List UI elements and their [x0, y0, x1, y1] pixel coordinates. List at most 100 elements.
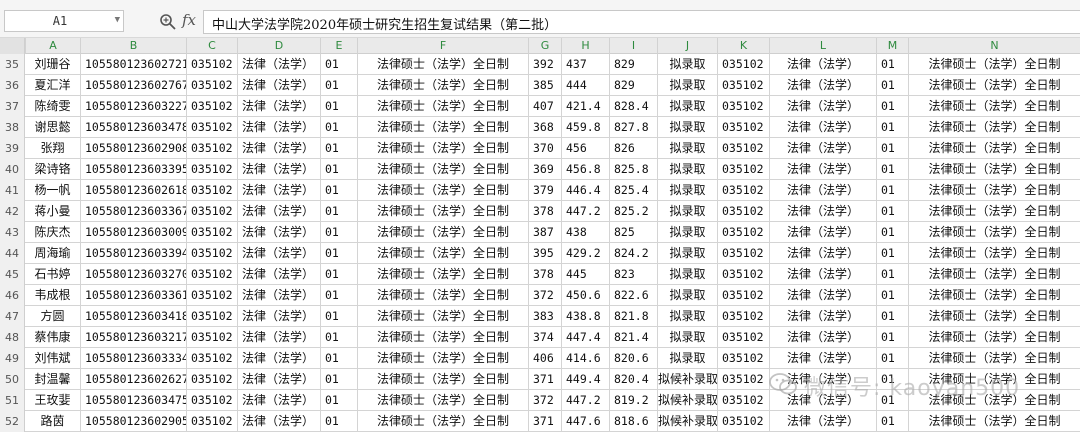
cell-code[interactable]: 035102: [186, 96, 237, 117]
cell-id[interactable]: 105580123602627: [80, 369, 186, 390]
cell-s2[interactable]: 437: [561, 54, 609, 75]
cell-dir2[interactable]: 01: [876, 264, 908, 285]
cell-code[interactable]: 035102: [186, 222, 237, 243]
cell-dir2[interactable]: 01: [876, 75, 908, 96]
cell-s2[interactable]: 414.6: [561, 348, 609, 369]
cell-s1[interactable]: 374: [528, 327, 561, 348]
cell-dir2[interactable]: 01: [876, 54, 908, 75]
column-header-a[interactable]: A: [25, 38, 80, 54]
cell-dir2[interactable]: 01: [876, 306, 908, 327]
cell-major2[interactable]: 法律（法学）: [769, 222, 876, 243]
cell-type[interactable]: 法律硕士（法学）全日制: [357, 390, 528, 411]
name-box[interactable]: A1 ▼: [4, 10, 124, 32]
column-header-j[interactable]: J: [657, 38, 717, 54]
row-header[interactable]: 52: [0, 411, 25, 432]
cell-code2[interactable]: 035102: [717, 348, 769, 369]
cell-dir[interactable]: 01: [320, 348, 357, 369]
cell-dir2[interactable]: 01: [876, 159, 908, 180]
cell-s1[interactable]: 378: [528, 264, 561, 285]
cell-type2[interactable]: 法律硕士（法学）全日制: [908, 159, 1080, 180]
cell-type2[interactable]: 法律硕士（法学）全日制: [908, 117, 1080, 138]
column-header-g[interactable]: G: [528, 38, 561, 54]
cell-type2[interactable]: 法律硕士（法学）全日制: [908, 327, 1080, 348]
cell-major[interactable]: 法律（法学）: [237, 411, 320, 432]
cell-major2[interactable]: 法律（法学）: [769, 264, 876, 285]
column-header-d[interactable]: D: [237, 38, 320, 54]
cell-name[interactable]: 王玫婓: [25, 390, 80, 411]
cell-name[interactable]: 谢思懿: [25, 117, 80, 138]
cell-s1[interactable]: 385: [528, 75, 561, 96]
cell-s2[interactable]: 456: [561, 138, 609, 159]
cell-s2[interactable]: 447.4: [561, 327, 609, 348]
cell-name[interactable]: 张翔: [25, 138, 80, 159]
cell-s2[interactable]: 447.2: [561, 390, 609, 411]
cell-code2[interactable]: 035102: [717, 411, 769, 432]
cell-dir[interactable]: 01: [320, 159, 357, 180]
cell-status[interactable]: 拟录取: [657, 201, 717, 222]
column-header-h[interactable]: H: [561, 38, 609, 54]
cell-code[interactable]: 035102: [186, 54, 237, 75]
row-header[interactable]: 43: [0, 222, 25, 243]
cell-major2[interactable]: 法律（法学）: [769, 327, 876, 348]
cell-status[interactable]: 拟录取: [657, 75, 717, 96]
cell-id[interactable]: 105580123603367: [80, 201, 186, 222]
cell-dir[interactable]: 01: [320, 222, 357, 243]
row-header[interactable]: 42: [0, 201, 25, 222]
cell-code2[interactable]: 035102: [717, 390, 769, 411]
cell-s1[interactable]: 372: [528, 285, 561, 306]
cell-status[interactable]: 拟录取: [657, 327, 717, 348]
cell-id[interactable]: 105580123602905: [80, 411, 186, 432]
cell-s2[interactable]: 456.8: [561, 159, 609, 180]
cell-name[interactable]: 路茵: [25, 411, 80, 432]
cell-total[interactable]: 826: [609, 138, 657, 159]
cell-s2[interactable]: 438.8: [561, 306, 609, 327]
cell-dir[interactable]: 01: [320, 327, 357, 348]
cell-dir[interactable]: 01: [320, 285, 357, 306]
cell-total[interactable]: 827.8: [609, 117, 657, 138]
column-header-c[interactable]: C: [186, 38, 237, 54]
cell-name[interactable]: 方圆: [25, 306, 80, 327]
column-header-n[interactable]: N: [908, 38, 1080, 54]
cell-code[interactable]: 035102: [186, 390, 237, 411]
cell-dir2[interactable]: 01: [876, 180, 908, 201]
cell-id[interactable]: 105580123603009: [80, 222, 186, 243]
row-header[interactable]: 40: [0, 159, 25, 180]
cell-dir[interactable]: 01: [320, 75, 357, 96]
cell-id[interactable]: 105580123603418: [80, 306, 186, 327]
cell-status[interactable]: 拟录取: [657, 243, 717, 264]
cell-name[interactable]: 蒋小曼: [25, 201, 80, 222]
cell-type[interactable]: 法律硕士（法学）全日制: [357, 138, 528, 159]
cell-major2[interactable]: 法律（法学）: [769, 159, 876, 180]
cell-id[interactable]: 105580123603395: [80, 159, 186, 180]
cell-total[interactable]: 829: [609, 54, 657, 75]
cell-s1[interactable]: 392: [528, 54, 561, 75]
cell-code[interactable]: 035102: [186, 243, 237, 264]
cell-status[interactable]: 拟候补录取: [657, 411, 717, 432]
cell-major[interactable]: 法律（法学）: [237, 54, 320, 75]
cell-s1[interactable]: 387: [528, 222, 561, 243]
cell-total[interactable]: 825.4: [609, 180, 657, 201]
cell-code[interactable]: 035102: [186, 306, 237, 327]
cell-code2[interactable]: 035102: [717, 243, 769, 264]
cell-type2[interactable]: 法律硕士（法学）全日制: [908, 222, 1080, 243]
cell-dir2[interactable]: 01: [876, 117, 908, 138]
cell-s2[interactable]: 421.4: [561, 96, 609, 117]
cell-type[interactable]: 法律硕士（法学）全日制: [357, 306, 528, 327]
cell-dir2[interactable]: 01: [876, 222, 908, 243]
cell-status[interactable]: 拟录取: [657, 180, 717, 201]
cell-s2[interactable]: 450.6: [561, 285, 609, 306]
cell-s2[interactable]: 445: [561, 264, 609, 285]
cell-type[interactable]: 法律硕士（法学）全日制: [357, 180, 528, 201]
cell-code[interactable]: 035102: [186, 369, 237, 390]
row-header[interactable]: 50: [0, 369, 25, 390]
select-all-corner[interactable]: [0, 38, 25, 54]
cell-name[interactable]: 陈绮雯: [25, 96, 80, 117]
cell-major2[interactable]: 法律（法学）: [769, 117, 876, 138]
row-header[interactable]: 35: [0, 54, 25, 75]
cell-major[interactable]: 法律（法学）: [237, 222, 320, 243]
cell-type[interactable]: 法律硕士（法学）全日制: [357, 117, 528, 138]
cell-code[interactable]: 035102: [186, 348, 237, 369]
cell-major[interactable]: 法律（法学）: [237, 306, 320, 327]
row-header[interactable]: 37: [0, 96, 25, 117]
cell-type2[interactable]: 法律硕士（法学）全日制: [908, 54, 1080, 75]
